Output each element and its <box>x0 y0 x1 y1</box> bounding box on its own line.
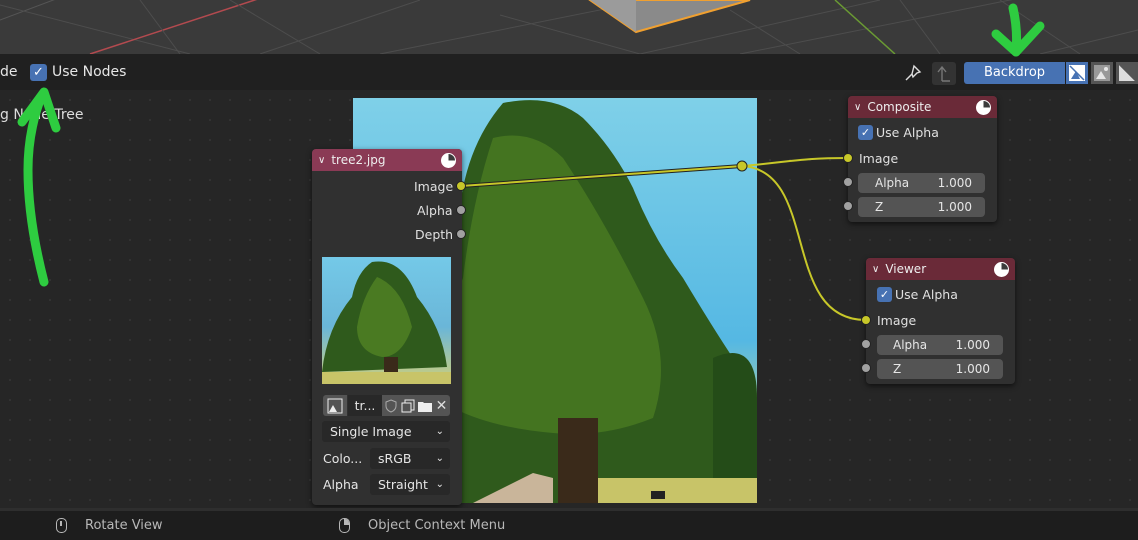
chevron-down-icon: ⌄ <box>435 453 444 464</box>
composite-use-alpha-label[interactable]: Use Alpha <box>876 125 939 140</box>
viewer-node-title: Viewer <box>885 262 927 276</box>
output-alpha-socket[interactable] <box>456 205 466 215</box>
color-space-dropdown[interactable]: sRGB ⌄ <box>370 448 450 469</box>
backdrop-channels-button[interactable] <box>1066 62 1088 84</box>
backdrop-button[interactable]: Backdrop <box>964 62 1065 84</box>
use-nodes-label[interactable]: Use Nodes <box>52 64 126 80</box>
node-preview-icon[interactable] <box>976 99 991 115</box>
viewport-grid <box>0 0 1138 54</box>
status-label: Object Context Menu <box>368 518 506 533</box>
shield-icon <box>385 398 396 413</box>
field-label: Alpha <box>893 338 928 352</box>
image-browse-button[interactable] <box>323 395 347 416</box>
composite-use-alpha-checkbox[interactable]: ✓ <box>858 125 873 140</box>
close-icon: ✕ <box>435 397 448 414</box>
output-depth-label: Depth <box>415 227 454 242</box>
collapse-chevron-icon[interactable]: ∨ <box>854 102 861 113</box>
image-name-text: tr... <box>354 398 376 413</box>
checkmark-icon: ✓ <box>860 126 871 139</box>
mouse-right-icon <box>339 518 350 533</box>
y-axis-line <box>834 0 896 54</box>
chevron-down-icon: ⌄ <box>435 479 444 490</box>
backdrop-color-button[interactable] <box>1116 62 1138 84</box>
fake-user-button[interactable] <box>382 395 399 416</box>
chevron-down-icon: ⌄ <box>435 426 444 437</box>
composite-z-field[interactable]: Z 1.000 <box>858 197 985 217</box>
alpha-mode-label: Alpha <box>323 477 359 492</box>
composite-alpha-field[interactable]: Alpha 1.000 <box>858 173 985 193</box>
new-image-button[interactable] <box>399 395 416 416</box>
parent-node-tree-button[interactable] <box>932 62 956 85</box>
field-value: 1.000 <box>955 362 990 376</box>
status-label: Rotate View <box>85 518 163 533</box>
composite-alpha-socket[interactable] <box>843 177 853 187</box>
backdrop-color-icon <box>1119 65 1135 81</box>
field-label: Z <box>875 200 884 214</box>
output-depth-socket[interactable] <box>456 229 466 239</box>
color-space-value: sRGB <box>378 451 412 466</box>
use-nodes-checkbox[interactable]: ✓ <box>30 64 47 81</box>
folder-icon <box>417 401 432 412</box>
header-partial-label: de <box>0 64 18 80</box>
field-value: 1.000 <box>937 176 972 190</box>
image-node-header[interactable]: ∨ tree2.jpg <box>312 149 462 171</box>
unlink-image-button[interactable]: ✕ <box>433 395 450 416</box>
composite-image-label: Image <box>859 151 899 166</box>
collapse-chevron-icon[interactable]: ∨ <box>318 155 325 166</box>
composite-image-socket[interactable] <box>843 153 853 163</box>
status-bar <box>0 508 1138 540</box>
field-value: 1.000 <box>937 200 972 214</box>
color-space-label: Colo... <box>323 451 363 466</box>
image-node-title: tree2.jpg <box>331 153 386 167</box>
composite-z-socket[interactable] <box>843 201 853 211</box>
node-preview-icon[interactable] <box>441 152 456 168</box>
mouse-middle-icon <box>56 518 67 533</box>
node-preview-icon[interactable] <box>994 261 1009 277</box>
field-label: Alpha <box>875 176 910 190</box>
viewer-alpha-field[interactable]: Alpha 1.000 <box>877 335 1003 355</box>
collapse-chevron-icon[interactable]: ∨ <box>872 264 879 275</box>
duplicate-icon <box>401 399 414 412</box>
viewer-z-socket[interactable] <box>861 363 871 373</box>
image-thumbnail <box>322 257 451 384</box>
image-name-field[interactable]: tr... <box>348 395 382 416</box>
viewer-alpha-socket[interactable] <box>861 339 871 349</box>
field-value: 1.000 <box>955 338 990 352</box>
pin-icon <box>905 64 922 81</box>
open-image-button[interactable] <box>416 395 433 416</box>
field-label: Z <box>893 362 902 376</box>
checkmark-icon: ✓ <box>33 65 44 80</box>
checkmark-icon: ✓ <box>879 288 890 301</box>
output-image-socket[interactable] <box>456 181 466 191</box>
output-alpha-label: Alpha <box>417 203 453 218</box>
image-source-value: Single Image <box>330 424 412 439</box>
output-image-label: Image <box>414 179 454 194</box>
viewer-image-label: Image <box>877 313 917 328</box>
backdrop-alpha-button[interactable] <box>1091 62 1113 84</box>
backdrop-alpha-icon <box>1094 65 1110 81</box>
node-tree-overlay-label: g Node Tree <box>0 107 84 123</box>
pin-button[interactable] <box>903 63 923 83</box>
viewer-image-socket[interactable] <box>861 315 871 325</box>
status-item-context-menu: Object Context Menu <box>339 518 505 533</box>
composite-node-title: Composite <box>867 100 932 114</box>
viewer-use-alpha-checkbox[interactable]: ✓ <box>877 287 892 302</box>
status-item-rotate-view: Rotate View <box>56 518 163 533</box>
alpha-mode-value: Straight <box>378 477 428 492</box>
image-source-dropdown[interactable]: Single Image ⌄ <box>322 421 450 442</box>
image-browse-icon <box>327 398 343 413</box>
composite-node-header[interactable]: ∨ Composite <box>848 96 997 118</box>
3d-viewport[interactable] <box>0 0 1138 54</box>
alpha-mode-dropdown[interactable]: Straight ⌄ <box>370 474 450 495</box>
viewer-z-field[interactable]: Z 1.000 <box>877 359 1003 379</box>
backdrop-channels-icon <box>1069 65 1085 81</box>
parent-node-tree-icon <box>937 65 950 82</box>
viewer-node-header[interactable]: ∨ Viewer <box>866 258 1015 280</box>
viewer-use-alpha-label[interactable]: Use Alpha <box>895 287 958 302</box>
